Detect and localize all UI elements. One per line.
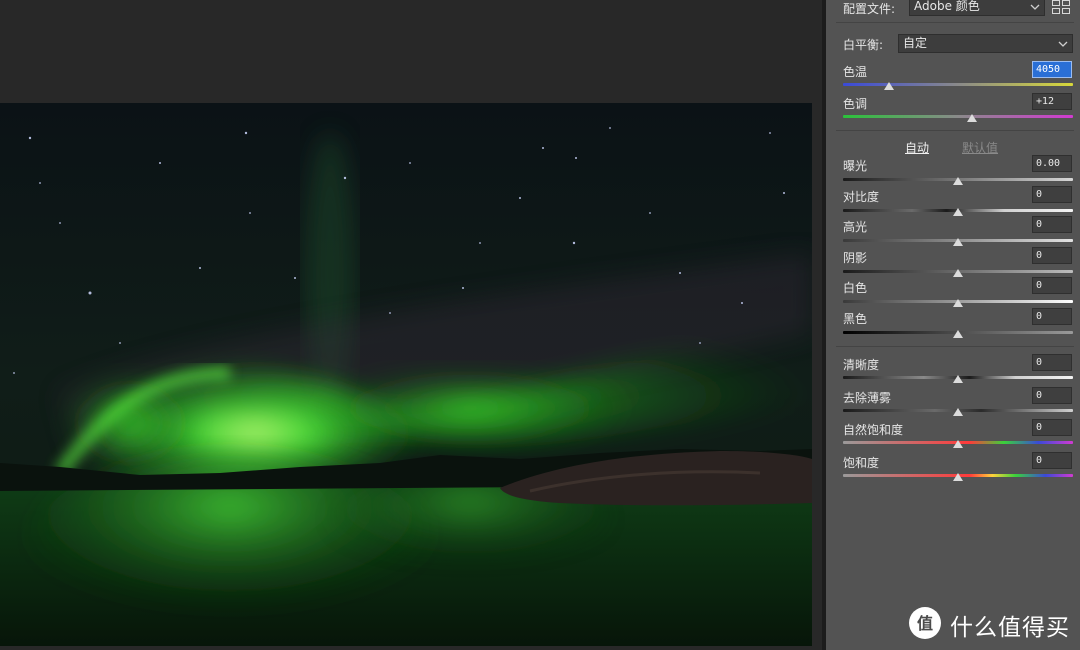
temperature-track[interactable] <box>843 83 1073 86</box>
slider-label: 黑色 <box>843 312 868 326</box>
grid-icon[interactable] <box>1052 0 1070 14</box>
temperature-slider-thumb[interactable] <box>884 82 894 90</box>
slider-value-input[interactable]: 0 <box>1032 419 1072 437</box>
slider-value-input[interactable]: 0 <box>1032 308 1072 325</box>
slider-thumb[interactable] <box>953 177 963 185</box>
slider-label: 白色 <box>843 281 868 296</box>
auto-link[interactable]: 自动 <box>905 139 929 156</box>
slider-thumb[interactable] <box>953 473 963 482</box>
white-balance-dropdown[interactable]: 自定 <box>898 34 1073 53</box>
separator <box>836 22 1074 23</box>
smzdm-logo-icon: 值 <box>909 607 941 639</box>
temperature-input[interactable]: 4050 <box>1032 61 1072 78</box>
slider-thumb[interactable] <box>953 440 963 449</box>
slider-label: 清晰度 <box>843 358 880 372</box>
temperature-label: 色温 <box>843 65 868 79</box>
default-link[interactable]: 默认值 <box>962 139 998 156</box>
adjustment-panel: 配置文件: Adobe 颜色 白平衡: 自定 色温 4050 色调 +12 自动… <box>826 0 1080 650</box>
slider-value-input[interactable]: 0 <box>1032 216 1072 234</box>
tint-label: 色调 <box>843 97 868 111</box>
chevron-down-icon <box>1030 4 1040 10</box>
chevron-down-icon <box>1058 41 1068 47</box>
slider-label: 去除薄雾 <box>843 390 892 405</box>
slider-value-input[interactable]: 0 <box>1032 246 1072 264</box>
profile-value: Adobe 颜色 <box>914 0 980 13</box>
slider-label: 饱和度 <box>843 456 880 471</box>
slider-value-input[interactable]: 0 <box>1032 386 1072 404</box>
watermark-text: 什么值得买 <box>950 615 1070 641</box>
slider-label: 高光 <box>843 220 868 235</box>
slider-value-input[interactable]: 0.00 <box>1032 155 1072 172</box>
slider-thumb[interactable] <box>953 238 963 247</box>
profile-dropdown[interactable]: Adobe 颜色 <box>909 0 1045 16</box>
tint-track[interactable] <box>843 115 1073 118</box>
slider-thumb[interactable] <box>953 299 963 308</box>
slider-thumb[interactable] <box>953 268 963 277</box>
watermark: 值 什么值得买 <box>908 604 1078 644</box>
slider-value-input[interactable]: 0 <box>1032 452 1072 470</box>
slider-thumb[interactable] <box>953 407 963 416</box>
slider-label: 曝光 <box>843 159 868 173</box>
slider-thumb[interactable] <box>953 375 963 383</box>
image-canvas-area <box>0 0 822 650</box>
svg-text:值: 值 <box>917 614 933 633</box>
aurora-photo-image <box>0 103 812 646</box>
profile-label: 配置文件: <box>843 2 896 16</box>
white-balance-value: 自定 <box>903 36 928 50</box>
slider-label: 阴影 <box>843 250 868 265</box>
slider-value-input[interactable]: 0 <box>1032 277 1072 295</box>
aurora-photo[interactable] <box>0 103 812 646</box>
slider-value-input[interactable]: 0 <box>1032 185 1072 203</box>
slider-thumb[interactable] <box>953 330 963 338</box>
tint-slider-thumb[interactable] <box>966 114 977 122</box>
slider-label: 对比度 <box>843 189 880 204</box>
separator <box>836 130 1074 131</box>
white-balance-label: 白平衡: <box>843 38 884 52</box>
slider-thumb[interactable] <box>953 207 963 216</box>
separator <box>836 346 1074 347</box>
tint-input[interactable]: +12 <box>1032 93 1072 110</box>
slider-label: 自然饱和度 <box>843 423 904 438</box>
slider-value-input[interactable]: 0 <box>1032 354 1072 371</box>
